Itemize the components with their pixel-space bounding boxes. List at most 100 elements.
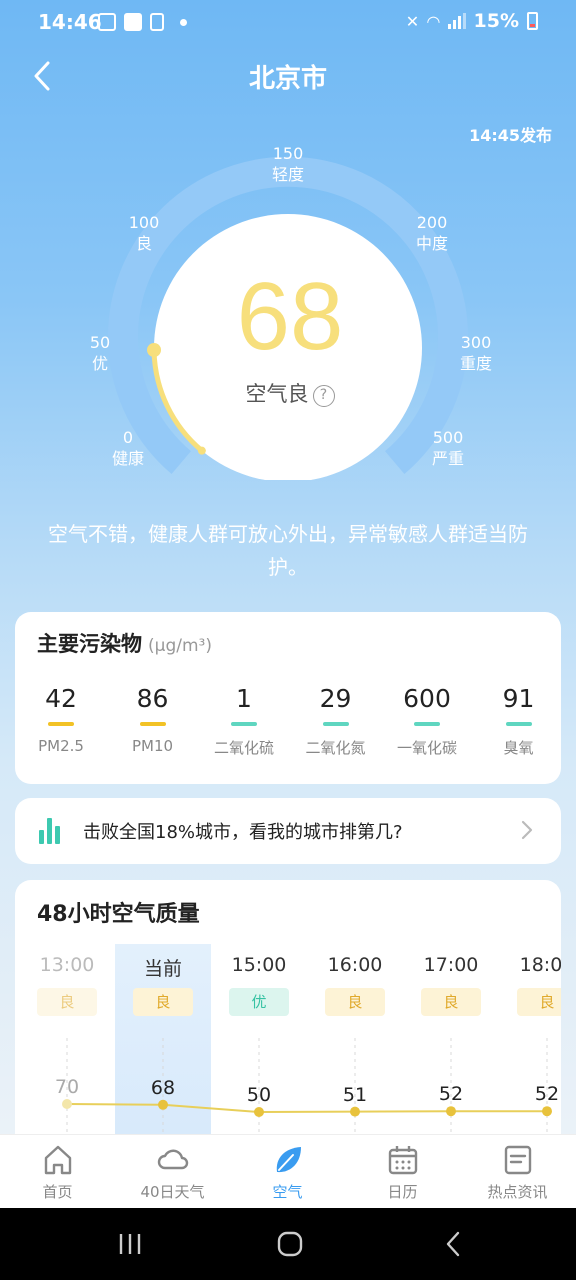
city-rank-banner[interactable]: 击败全国18%城市，看我的城市排第几? [15, 798, 561, 864]
notification-dot-icon [180, 19, 187, 26]
pollutant-name: 二氧化氮 [305, 739, 366, 757]
gauge-knob-start [197, 446, 206, 455]
pollutant-item[interactable]: 600 一氧化碳 [382, 684, 472, 758]
help-icon[interactable]: ? [312, 385, 335, 407]
pollutant-card-title: 主要污染物 (μg/m³) [37, 632, 212, 656]
hour-aqi-point [158, 1099, 168, 1110]
aqi-value: 68 [236, 263, 344, 370]
hour-time: 18:00 [519, 954, 561, 976]
pollutant-level-bar [505, 722, 532, 726]
pollutant-name: 臭氧 [503, 739, 534, 757]
hour-time: 17:00 [423, 954, 479, 976]
weather-app-icon [124, 13, 142, 31]
pollutant-value: 600 [403, 684, 451, 713]
tick-500: 500 严重 [431, 428, 464, 468]
nav-air[interactable]: 空气 [230, 1143, 345, 1202]
pollutant-card[interactable]: 主要污染物 (μg/m³) 42 PM2.5 86 PM10 1 二氧化硫 29 二氧化氮 600… [15, 612, 561, 784]
hour-column[interactable]: 16:00 良 [307, 954, 403, 1016]
leaf-icon [276, 1147, 301, 1173]
status-right: ✕ ◠ 15% [406, 10, 538, 32]
tick-100: 100 良 [128, 213, 160, 253]
wifi-icon: ◠ [427, 11, 440, 31]
system-nav-bar [0, 1208, 576, 1280]
nav-label: 首页 [42, 1183, 73, 1201]
tick-50: 50 优 [89, 333, 111, 373]
nav-40day[interactable]: 40日天气 [115, 1143, 230, 1202]
pollutant-level-bar [231, 722, 257, 726]
hour-aqi-point [542, 1106, 552, 1117]
pollutant-value: 42 [45, 684, 77, 713]
pollutant-item[interactable]: 91 臭氧 [474, 684, 564, 758]
chevron-right-icon [521, 820, 533, 840]
pollutant-item[interactable]: 1 二氧化硫 [199, 684, 289, 758]
hour-time: 16:00 [327, 954, 383, 976]
nav-label: 空气 [272, 1183, 303, 1201]
hour-level-badge: 优 [229, 988, 289, 1016]
tick-0: 0 健康 [111, 428, 144, 468]
city-rank-text: 击败全国18%城市，看我的城市排第几? [83, 822, 403, 843]
pollutant-value: 86 [136, 684, 169, 713]
signal-icon [447, 13, 466, 29]
hour-aqi-point [350, 1106, 360, 1117]
nav-home[interactable]: 首页 [0, 1143, 115, 1202]
pollutant-unit: (μg/m³) [148, 636, 212, 656]
pollutant-value: 91 [502, 684, 535, 713]
back-system-icon[interactable] [440, 1230, 468, 1258]
hour-aqi-value: 70 [54, 1076, 80, 1098]
pollutant-item[interactable]: 86 PM10 [108, 684, 198, 755]
hour-column[interactable]: 当前良 [115, 954, 211, 1016]
hour-column[interactable]: 13:00 良 [19, 954, 115, 1016]
tick-200: 200 中度 [415, 213, 448, 253]
hour-aqi-point [254, 1107, 264, 1117]
pollutant-item[interactable]: 42 PM2.5 [16, 684, 106, 755]
home-icon [44, 1145, 71, 1175]
hour-aqi-value: 51 [342, 1083, 368, 1106]
page-title: 北京市 [248, 64, 327, 94]
hour-aqi-value: 52 [438, 1083, 464, 1106]
hour-time: 15:00 [231, 954, 287, 976]
aqi-status-label: 空气良 [245, 382, 309, 406]
nav-label: 日历 [387, 1183, 418, 1201]
hour-column[interactable]: 17:00 良 [403, 954, 499, 1016]
status-bar: 14:46 ✕ ◠ 15% [0, 0, 576, 46]
nav-news[interactable]: 热点资讯 [460, 1143, 575, 1202]
hour-aqi-value: 68 [150, 1076, 176, 1099]
aqi-status[interactable]: 空气良? [158, 378, 422, 408]
battery-level: 15% [473, 10, 519, 32]
hour-level-badge: 良 [517, 988, 561, 1016]
hour-column[interactable]: 18:00 良 [499, 954, 561, 1016]
pollutant-item[interactable]: 29 二氧化氮 [291, 684, 381, 758]
recent-apps-icon[interactable] [116, 1230, 144, 1258]
cloud-icon [157, 1149, 188, 1170]
bar-chart-icon [39, 818, 60, 844]
tick-150: 150 轻度 [271, 144, 304, 184]
hour-level-badge: 良 [133, 988, 193, 1016]
nav-calendar[interactable]: 日历 [345, 1143, 460, 1202]
status-time: 14:46 [38, 10, 102, 34]
pollutant-value: 1 [236, 684, 252, 713]
health-advice: 空气不错，健康人群可放心外出，异常敏感人群适当防护。 [48, 522, 528, 579]
nav-label: 热点资讯 [487, 1183, 548, 1201]
pollutant-name: PM2.5 [38, 737, 84, 755]
pollutant-level-bar [139, 722, 166, 726]
home-system-icon[interactable] [276, 1230, 304, 1258]
hour-level-badge: 良 [421, 988, 481, 1016]
hour-time: 13:00 [39, 954, 95, 976]
hour-aqi-point [446, 1106, 456, 1117]
hour-aqi-value: 52 [534, 1083, 560, 1106]
calendar-icon [388, 1146, 417, 1175]
pollutant-name: PM10 [131, 737, 174, 755]
hour-level-badge: 良 [37, 988, 97, 1016]
mute-icon: ✕ [405, 11, 420, 31]
hour-aqi-value: 50 [246, 1084, 272, 1106]
pollutant-level-bar [48, 722, 74, 726]
bottom-nav: 首页 40日天气 空气 日历 热点资讯 [0, 1134, 576, 1208]
news-icon [504, 1145, 531, 1175]
pollutant-name: 二氧化硫 [213, 739, 274, 757]
gallery-icon [98, 13, 116, 31]
hour-aqi-point [62, 1099, 72, 1109]
pollutant-name: 一氧化碳 [396, 739, 457, 757]
nav-label: 40日天气 [140, 1183, 205, 1201]
pollutant-level-bar [322, 722, 349, 726]
hour-column[interactable]: 15:00 优 [211, 954, 307, 1016]
